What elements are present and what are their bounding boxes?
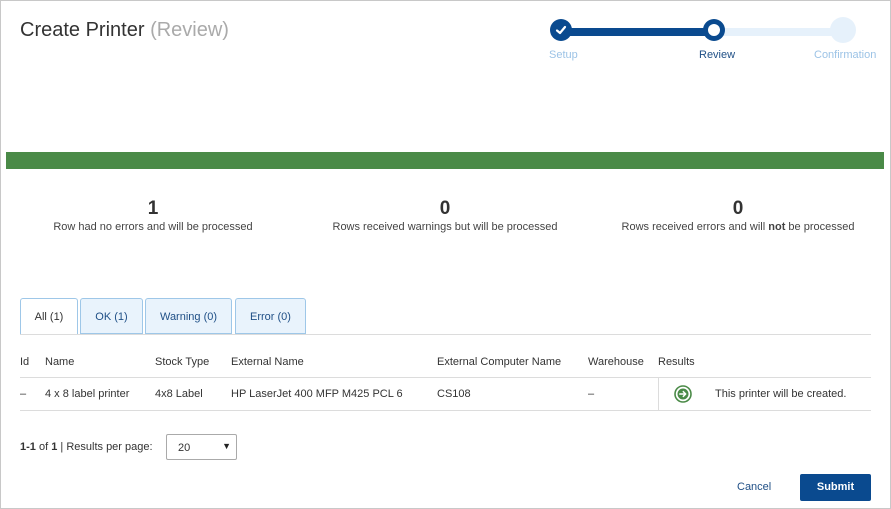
cell-name: 4 x 8 label printer: [45, 388, 130, 400]
step-label-confirmation: Confirmation: [814, 49, 877, 61]
cell-stock-type: 4x8 Label: [155, 388, 203, 400]
pagination-separator: |: [60, 441, 64, 453]
summary-text-before: Rows received errors and will: [621, 221, 769, 233]
results-per-page-value: 20: [178, 442, 191, 454]
step-review-dot-icon: [703, 19, 725, 41]
cancel-button[interactable]: Cancel: [737, 481, 771, 493]
column-header-external-name: External Name: [231, 356, 304, 368]
step-setup-check-icon: [550, 19, 572, 41]
step-confirmation-dot-icon: [830, 17, 856, 43]
progress-stepper: Setup Review Confirmation: [546, 17, 886, 67]
table-header-divider: [20, 377, 871, 378]
step-label-review: Review: [699, 49, 736, 61]
cell-warehouse: –: [588, 388, 595, 400]
table-row-divider: [20, 410, 871, 411]
status-bar: [6, 152, 884, 169]
tab-all[interactable]: All (1): [20, 298, 78, 335]
tab-ok[interactable]: OK (1): [80, 298, 143, 334]
column-header-name: Name: [45, 356, 75, 368]
submit-button[interactable]: Submit: [800, 474, 871, 501]
summary-text-after: be processed: [785, 221, 855, 233]
summary-count: 0: [439, 198, 451, 219]
summary-text: Row had no errors and will be processed: [53, 221, 253, 233]
summary-no-errors: 1 Row had no errors and will be processe…: [1, 197, 305, 233]
column-header-external-computer-name: External Computer Name: [437, 356, 562, 368]
column-header-stock-type: Stock Type: [155, 356, 210, 368]
cell-id: –: [20, 388, 27, 400]
column-header-results: Results: [658, 356, 695, 368]
cell-external-computer-name: CS108: [437, 388, 471, 400]
pagination-summary: 1-1 of 1 | Results per page:: [20, 441, 153, 453]
create-printer-dialog: Create Printer (Review) Setup Review Con…: [0, 0, 891, 509]
pagination-range: 1-1: [20, 441, 36, 453]
tab-warning[interactable]: Warning (0): [145, 298, 232, 334]
arrow-right-circle-icon: [674, 385, 692, 403]
summary-text: Rows received warnings but will be proce…: [332, 221, 558, 233]
step-label-setup: Setup: [549, 49, 578, 61]
pagination-total: 1: [51, 441, 58, 453]
column-header-warehouse: Warehouse: [588, 356, 644, 368]
summary-count: 1: [147, 198, 159, 219]
tabs-divider: [20, 334, 871, 335]
summary-text-bold: not: [768, 221, 786, 233]
results-per-page-label: Results per page:: [66, 441, 153, 453]
results-per-page-select[interactable]: 20 ▼: [166, 434, 237, 460]
page-title: Create Printer (Review): [20, 19, 229, 42]
summary-text: Rows received errors and will not be pro…: [586, 221, 890, 233]
stepper-track-fill: [560, 28, 715, 36]
tab-error[interactable]: Error (0): [235, 298, 306, 334]
page-title-suffix: (Review): [150, 19, 229, 41]
pagination-of: of: [38, 441, 49, 453]
cell-result-text: This printer will be created.: [715, 388, 847, 400]
column-header-id: Id: [20, 356, 30, 368]
summary-warnings: 0 Rows received warnings but will be pro…: [293, 197, 597, 233]
summary-errors: 0 Rows received errors and will not be p…: [586, 197, 890, 233]
results-cell-divider: [658, 378, 659, 410]
summary-count: 0: [732, 198, 744, 219]
caret-down-icon: ▼: [222, 441, 231, 451]
cell-external-name: HP LaserJet 400 MFP M425 PCL 6: [231, 388, 403, 400]
page-title-main: Create Printer: [20, 19, 145, 41]
